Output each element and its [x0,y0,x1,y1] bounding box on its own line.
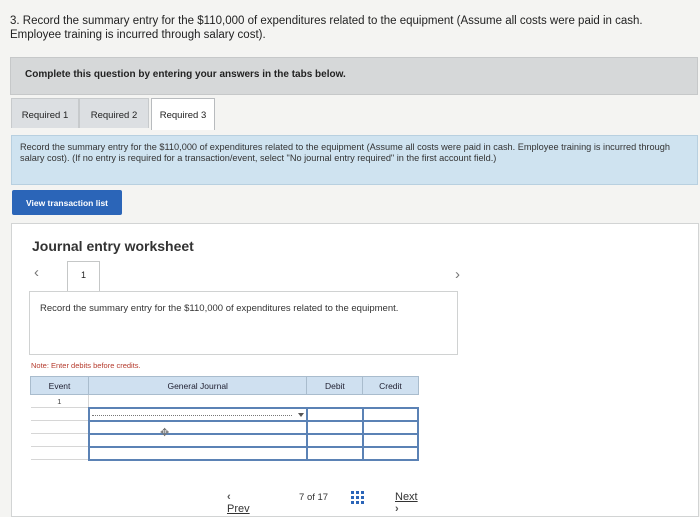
journal-table: Event General Journal Debit Credit 1 [29,376,420,461]
entry-tab-1[interactable]: 1 [67,261,100,292]
event-cell: 1 [30,394,90,408]
account-select[interactable] [87,446,308,461]
question-text: 3. Record the summary entry for the $110… [10,15,643,41]
header-debit: Debit [306,376,364,395]
credit-input[interactable] [362,446,420,461]
chevron-right-icon: › [395,503,399,515]
page-count: 7 of 17 [299,492,329,503]
account-select[interactable] [87,406,308,422]
debit-input[interactable] [306,406,364,422]
account-select[interactable] [87,420,308,435]
prev-button[interactable]: ‹ Prev [227,491,250,515]
dropdown-arrow-icon[interactable] [297,412,304,417]
next-label: Next [395,491,418,503]
chevron-right-icon[interactable]: › [455,266,460,283]
debit-input[interactable] [306,433,364,448]
entry-description: Record the summary entry for the $110,00… [29,291,458,355]
header-credit: Credit [362,376,419,395]
table-row [30,433,420,448]
move-cursor-icon: ✥ [160,427,170,439]
table-row [30,406,420,422]
header-event: Event [29,376,90,395]
chevron-left-icon[interactable]: ‹ [34,264,39,281]
note-text: Note: Enter debits before credits. [31,361,141,370]
table-row [30,446,420,461]
grid-icon[interactable] [351,491,364,504]
account-select[interactable] [87,433,308,448]
worksheet-title: Journal entry worksheet [32,238,194,254]
header-general-journal: General Journal [88,376,308,395]
tab-required-2[interactable]: Required 2 [79,98,149,128]
debit-input[interactable] [306,446,364,461]
table-row [30,420,420,435]
table-row: 1 [30,394,418,408]
journal-worksheet-panel: Journal entry worksheet ‹ 1 › Record the… [11,223,699,517]
view-transaction-list-button[interactable]: View transaction list [12,190,122,215]
chevron-left-icon: ‹ [227,491,231,503]
instructions-text: Complete this question by entering your … [25,69,346,80]
tab-required-3[interactable]: Required 3 [151,98,215,130]
instructions-bar: Complete this question by entering your … [10,57,698,95]
tab-required-1[interactable]: Required 1 [11,98,79,128]
requirement-text: Record the summary entry for the $110,00… [11,135,698,185]
credit-input[interactable] [362,406,420,422]
credit-input[interactable] [362,420,420,435]
next-button[interactable]: Next › [395,491,418,515]
debit-input[interactable] [306,420,364,435]
credit-input[interactable] [362,433,420,448]
prev-label: Prev [227,503,250,515]
